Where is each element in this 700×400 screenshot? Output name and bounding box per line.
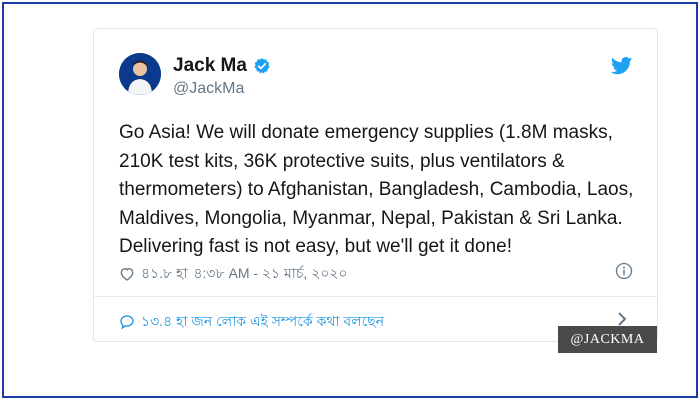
chevron-right-icon[interactable]: [617, 312, 627, 326]
tweet-card[interactable]: Jack Ma @JackMa Go Asia! We will donate …: [93, 28, 658, 342]
avatar[interactable]: [119, 53, 161, 95]
info-icon[interactable]: [615, 262, 633, 280]
author-handle[interactable]: @JackMa: [173, 80, 244, 98]
author-name[interactable]: Jack Ma: [173, 55, 271, 77]
tweet-text: Go Asia! We will donate emergency suppli…: [119, 122, 634, 257]
conversation-count[interactable]: ১৩.৪ হা জন লোক এই সম্পর্কে কথা বলছেন: [141, 310, 384, 334]
like-count[interactable]: ৪১.৮ হা: [141, 262, 187, 286]
twitter-bird-icon[interactable]: [610, 57, 633, 75]
speech-bubble-icon: [119, 314, 135, 330]
heart-icon[interactable]: [119, 266, 135, 282]
divider: [94, 296, 657, 297]
author-name-text[interactable]: Jack Ma: [173, 55, 247, 77]
tweet-timestamp[interactable]: ৪:৩৮ AM - ২১ মার্চ, ২০২০: [193, 262, 347, 286]
conversation-link[interactable]: ১৩.৪ হা জন লোক এই সম্পর্কে কথা বলছেন: [119, 310, 384, 334]
verified-badge-icon: [253, 57, 271, 75]
tweet-meta: ৪১.৮ হা ৪:৩৮ AM - ২১ মার্চ, ২০২০: [119, 262, 348, 286]
watermark: @JACKMA: [558, 326, 657, 353]
